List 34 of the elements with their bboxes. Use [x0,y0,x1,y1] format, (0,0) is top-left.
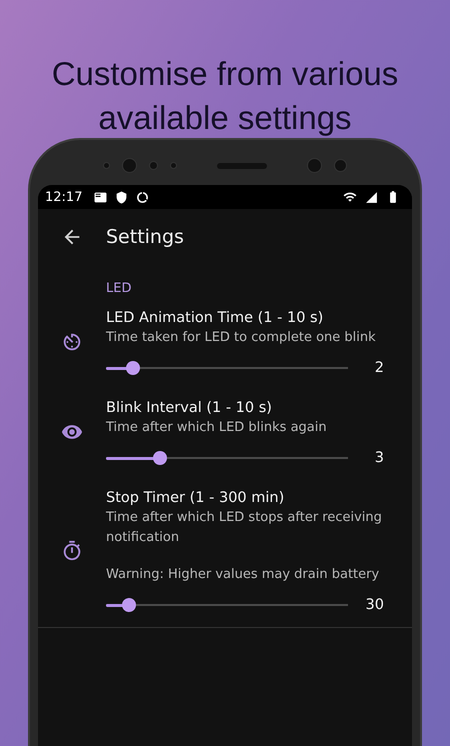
shield-icon [115,190,128,204]
setting-description: Time taken for LED to complete one blink [106,329,377,347]
slider[interactable] [106,598,348,612]
signal-icon [365,190,378,204]
slider[interactable] [106,451,348,465]
warning-text: Warning: Higher values may drain battery [106,566,380,584]
camera-icon [122,158,137,173]
stopwatch-icon [61,540,83,562]
setting-title: Blink Interval (1 - 10 s) [106,399,273,418]
screen-title: Settings [106,226,184,248]
headline: available settings [98,98,352,138]
sensor-icon [170,162,177,169]
sensor-icon [149,161,158,170]
timer-icon [61,331,83,353]
slider-thumb[interactable] [152,451,167,465]
setting-title: Stop Timer (1 - 300 min) [106,489,286,508]
sensor-icon [334,159,347,172]
headline: Customise from various [52,54,398,94]
camera-icon [307,158,322,173]
slider-thumb[interactable] [126,361,140,375]
section-header: LED [106,281,132,296]
setting-description: Time after which LED stops after receiving notification [106,509,383,547]
sensor-icon [103,162,110,169]
setting-title: LED Animation Time (1 - 10 s) [106,309,324,328]
data-saver-icon [136,190,150,204]
slider-value: 30 [364,597,384,613]
slider[interactable] [106,361,348,375]
slider-value: 2 [374,360,384,376]
notification-icon [94,190,108,204]
slider-thumb[interactable] [122,598,136,612]
slider-value: 3 [374,450,384,466]
status-time: 12:17 [45,190,82,204]
setting-description: Time after which LED blinks again [106,419,328,437]
wifi-icon [343,190,357,204]
